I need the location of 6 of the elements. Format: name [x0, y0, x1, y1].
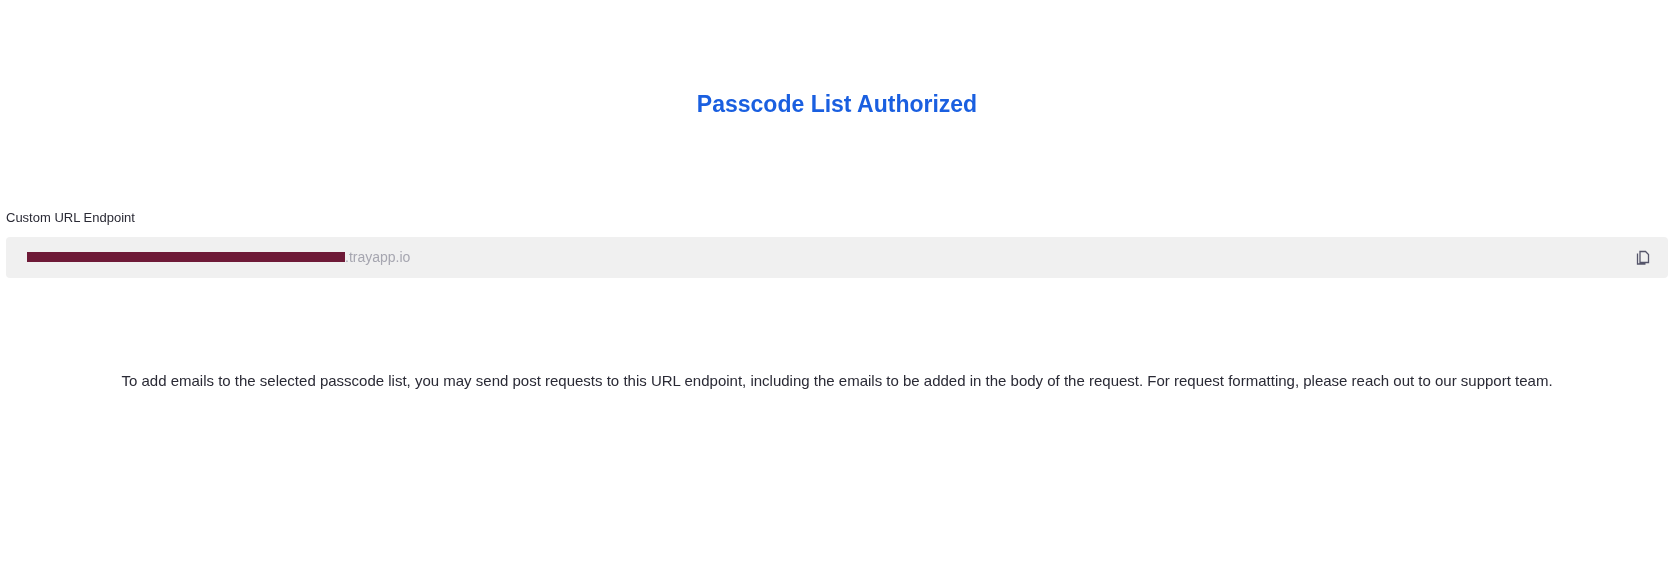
url-field[interactable]: .trayapp.io [6, 236, 1668, 278]
description-text: To add emails to the selected passcode list, you may send post requests to this URL endpoint, including the emails to be added in the body of the request. For request formatting, please reach out to our support team. [121, 370, 1553, 391]
field-label: Custom URL Endpoint [6, 209, 135, 227]
page-title: Passcode List Authorized [696, 90, 978, 119]
url-text: .trayapp.io [345, 247, 411, 267]
copy-icon[interactable] [1636, 249, 1650, 265]
